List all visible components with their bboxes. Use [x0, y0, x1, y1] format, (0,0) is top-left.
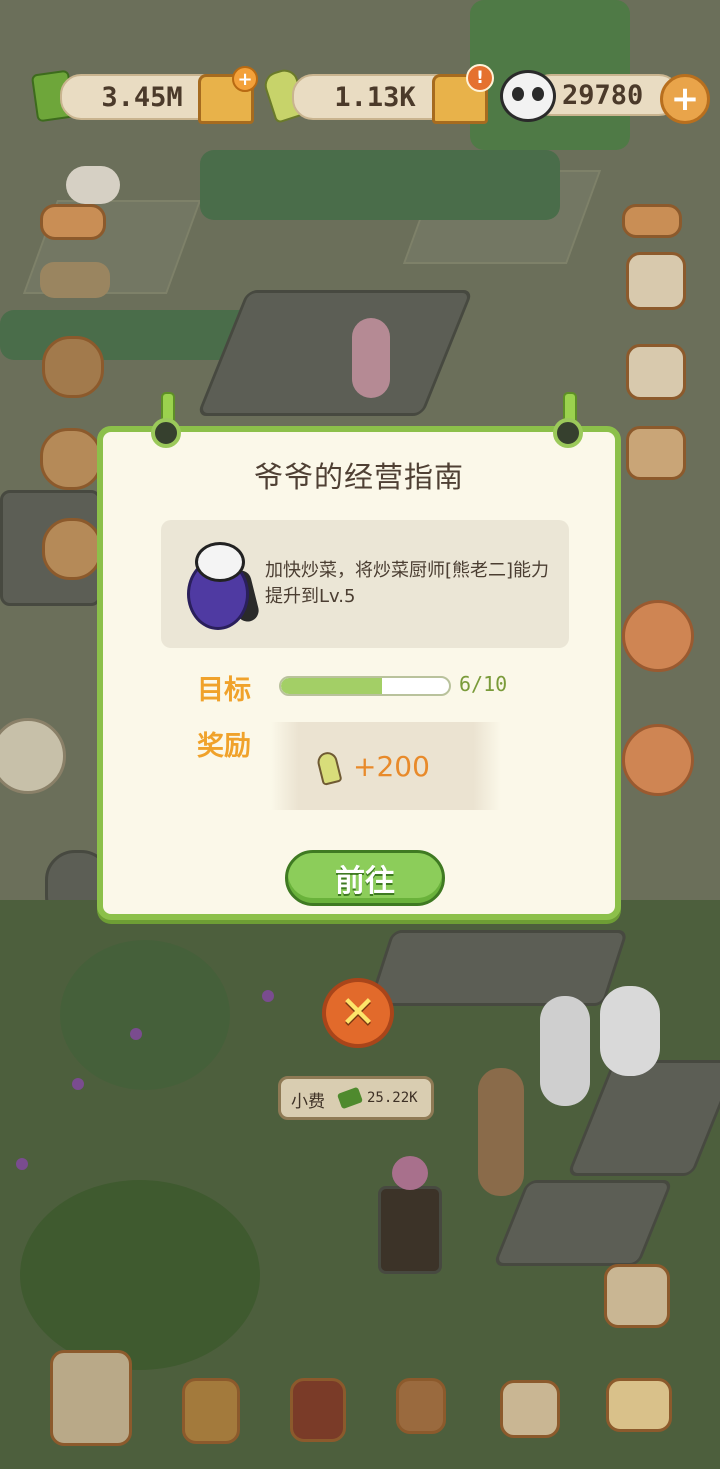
trophy-button[interactable] [40, 428, 102, 490]
rabbit-customer[interactable] [352, 318, 390, 398]
counter[interactable] [367, 930, 629, 1006]
alert-badge-icon: ! [466, 64, 494, 92]
tip-bubble[interactable]: 小费 25.22K [278, 1076, 434, 1120]
goal-progress-bar [279, 676, 451, 696]
bear-rabbit-sign[interactable] [40, 262, 110, 298]
medal-button[interactable] [42, 518, 102, 580]
bear-box-button[interactable] [606, 1378, 672, 1432]
reward-label: 奖励 [197, 731, 251, 762]
lotus-flower [392, 1156, 428, 1190]
bamboo-value: 1.13K [334, 81, 416, 113]
collapse-arrow-button-left[interactable] [40, 204, 106, 240]
flower [262, 990, 274, 1002]
add-currency-button[interactable]: + [660, 74, 710, 124]
checkin-calendar-button[interactable] [626, 344, 686, 400]
task-list-button[interactable] [626, 252, 686, 310]
menu-button[interactable] [290, 1378, 346, 1442]
flower [16, 1158, 28, 1170]
flower [72, 1078, 84, 1090]
close-icon: ✕ [339, 987, 377, 1038]
cash-value: 3.45M [101, 81, 183, 113]
binder-ring-icon [151, 392, 181, 448]
panda-staff[interactable] [540, 996, 590, 1106]
plus-badge-icon: + [232, 66, 258, 92]
goal-progress-fill [281, 678, 382, 694]
panda-chef-avatar [183, 542, 261, 630]
panda-icon [500, 70, 556, 122]
map-scroll-button[interactable] [50, 1350, 132, 1446]
tree [20, 1180, 260, 1370]
close-button[interactable]: ✕ [322, 978, 394, 1048]
chat-bubble-icon[interactable] [66, 166, 120, 204]
reward-amount: +200 [353, 750, 430, 783]
seed-bag-button[interactable] [42, 336, 104, 398]
crown-button[interactable] [626, 426, 686, 480]
cash-icon [336, 1086, 364, 1110]
task-description: 加快炒菜，将炒菜厨师[熊老二]能力提升到Lv.5 [265, 560, 550, 607]
tip-value: 25.22K [367, 1090, 418, 1106]
fox-waiter[interactable] [478, 1068, 524, 1196]
binder-ring-icon [553, 392, 583, 448]
collapse-arrow-button[interactable] [622, 204, 682, 238]
calendar-button[interactable] [500, 1380, 560, 1438]
goal-label: 目标 [197, 675, 251, 706]
task-card: 加快炒菜，将炒菜厨师[熊老二]能力提升到Lv.5 [161, 520, 569, 648]
goal-progress-text: 6/10 [459, 672, 508, 696]
pedestal [378, 1186, 442, 1274]
hedge-wall [200, 150, 560, 220]
panda-portrait-button[interactable] [622, 724, 694, 796]
panda-value: 29780 [562, 79, 644, 111]
bamboo-shoot-icon [315, 750, 343, 786]
vine-bush [60, 940, 230, 1090]
reward-box: +200 [271, 722, 501, 810]
chef-portrait-button[interactable] [622, 600, 694, 672]
notice-button[interactable] [604, 1264, 670, 1328]
bucket-decoration [182, 1378, 240, 1444]
flower [130, 1028, 142, 1040]
guide-dialog: 爷爷的经营指南 加快炒菜，将炒菜厨师[熊老二]能力提升到Lv.5 目标 6/10… [97, 392, 621, 920]
go-button[interactable]: 前往 [285, 850, 445, 906]
tip-label: 小费 [291, 1092, 325, 1112]
rabbit-staff[interactable] [600, 986, 660, 1076]
hammer-button[interactable] [396, 1378, 446, 1434]
dialog-title: 爷爷的经营指南 [253, 460, 464, 494]
